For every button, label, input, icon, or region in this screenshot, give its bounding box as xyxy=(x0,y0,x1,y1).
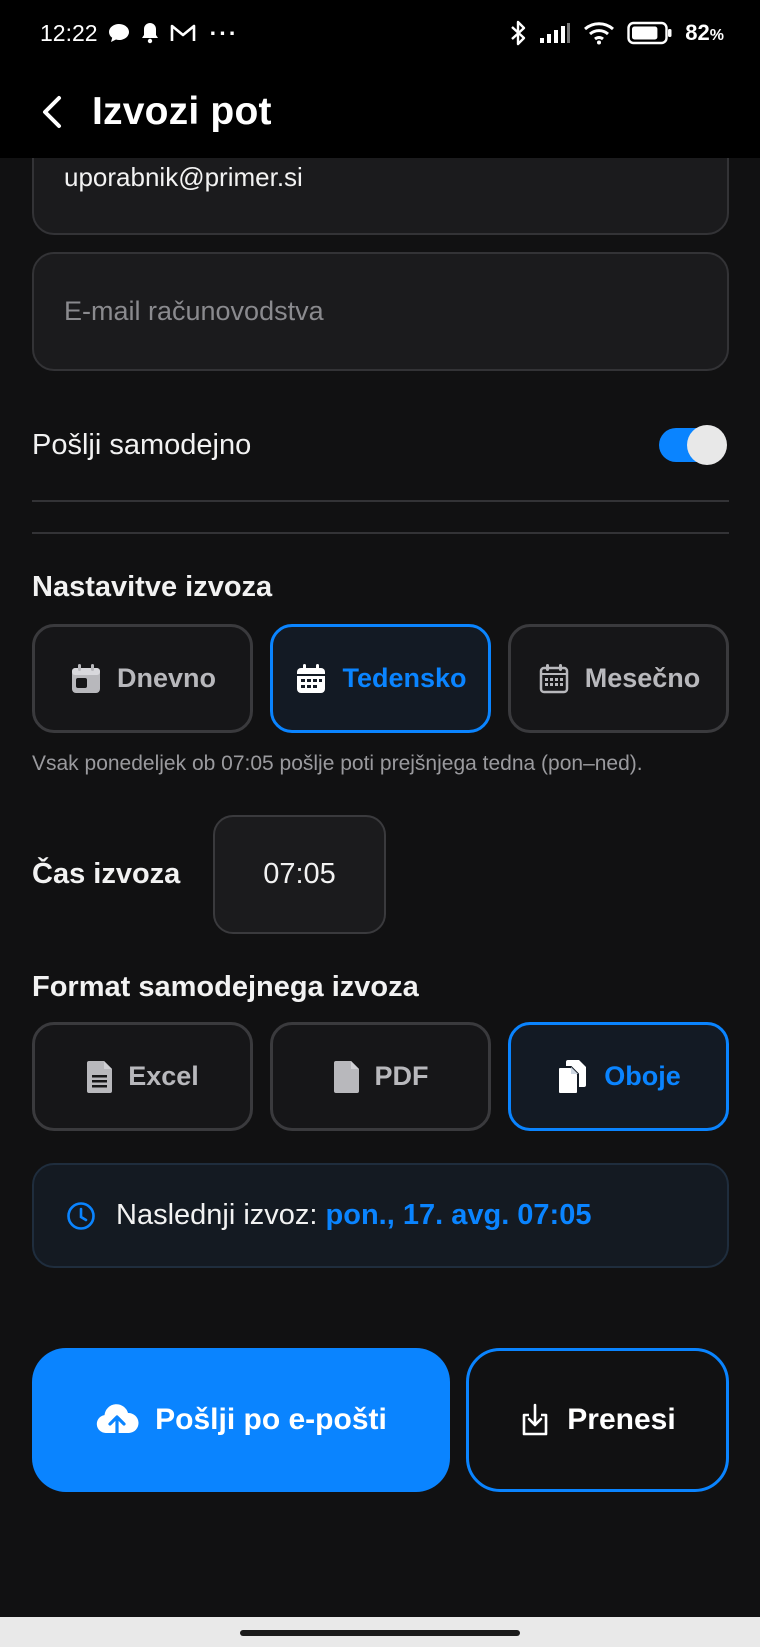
status-time: 12:22 xyxy=(40,19,98,46)
download-button[interactable]: Prenesi xyxy=(466,1348,729,1492)
file-icon xyxy=(333,1060,359,1093)
send-email-button[interactable]: Pošlji po e-pošti xyxy=(32,1348,450,1492)
export-time-label: Čas izvoza xyxy=(32,858,181,890)
option-weekly-label: Tedensko xyxy=(342,663,467,693)
option-monthly[interactable]: Mesečno xyxy=(508,624,729,733)
calendar-day-icon xyxy=(71,663,100,693)
next-export-label: Naslednji izvoz: xyxy=(116,1199,326,1231)
option-weekly[interactable]: Tedensko xyxy=(270,624,491,733)
format-pdf[interactable]: PDF xyxy=(270,1022,491,1131)
toggle-knob xyxy=(687,425,727,465)
copy-files-icon xyxy=(557,1059,587,1095)
gesture-nav-area xyxy=(0,1617,760,1647)
option-daily-label: Dnevno xyxy=(116,663,216,693)
divider xyxy=(32,500,729,502)
schedule-hint: Vsak ponedeljek ob 07:05 pošlje poti pre… xyxy=(32,752,643,775)
bell-icon xyxy=(140,22,160,44)
next-export-info: Naslednji izvoz: pon., 17. avg. 07:05 xyxy=(32,1163,729,1268)
next-export-text: Naslednji izvoz: pon., 17. avg. 07:05 xyxy=(116,1199,591,1232)
home-indicator[interactable] xyxy=(240,1630,520,1636)
accounting-email-field[interactable]: E-mail računovodstva xyxy=(32,252,729,371)
download-icon xyxy=(522,1403,548,1436)
cloud-upload-icon xyxy=(96,1404,139,1437)
accounting-email-placeholder: E-mail računovodstva xyxy=(64,296,324,326)
format-excel[interactable]: Excel xyxy=(32,1022,253,1131)
export-settings-title: Nastavitve izvoza xyxy=(32,571,273,603)
status-bar: 12:22 ··· 82% xyxy=(0,0,760,66)
auto-send-label: Pošlji samodejno xyxy=(32,428,252,461)
divider xyxy=(32,532,729,534)
clock-icon xyxy=(67,1201,95,1230)
back-button[interactable] xyxy=(28,87,78,137)
wifi-icon xyxy=(583,21,615,45)
email-field-value: uporabnik@primer.si xyxy=(64,162,303,192)
auto-send-toggle[interactable] xyxy=(659,425,727,465)
send-email-label: Pošlji po e-pošti xyxy=(155,1403,387,1436)
format-both[interactable]: Oboje xyxy=(508,1022,729,1131)
signal-icon xyxy=(539,22,571,44)
calendar-month-icon xyxy=(539,663,568,693)
format-excel-label: Excel xyxy=(128,1061,199,1091)
format-pdf-label: PDF xyxy=(374,1061,429,1091)
export-time-value: 07:05 xyxy=(263,858,336,890)
spreadsheet-file-icon xyxy=(87,1060,113,1093)
format-title: Format samodejnega izvoza xyxy=(32,971,419,1003)
calendar-week-icon xyxy=(297,663,326,693)
battery-icon xyxy=(627,21,673,45)
auto-send-row: Pošlji samodejno xyxy=(32,415,729,475)
option-daily[interactable]: Dnevno xyxy=(32,624,253,733)
option-monthly-label: Mesečno xyxy=(584,663,701,693)
format-both-label: Oboje xyxy=(604,1061,681,1091)
battery-percent: 82% xyxy=(685,20,724,45)
page-title: Izvozi pot xyxy=(92,90,272,133)
bluetooth-icon xyxy=(509,20,527,46)
chevron-left-icon xyxy=(43,96,61,128)
next-export-value: pon., 17. avg. 07:05 xyxy=(325,1199,592,1231)
chat-bubble-icon xyxy=(108,23,130,43)
export-time-picker[interactable]: 07:05 xyxy=(213,815,386,934)
more-notifications-icon: ··· xyxy=(209,19,239,46)
app-bar: Izvozi pot xyxy=(0,66,760,158)
download-label: Prenesi xyxy=(567,1403,676,1436)
gmail-icon xyxy=(170,23,196,43)
